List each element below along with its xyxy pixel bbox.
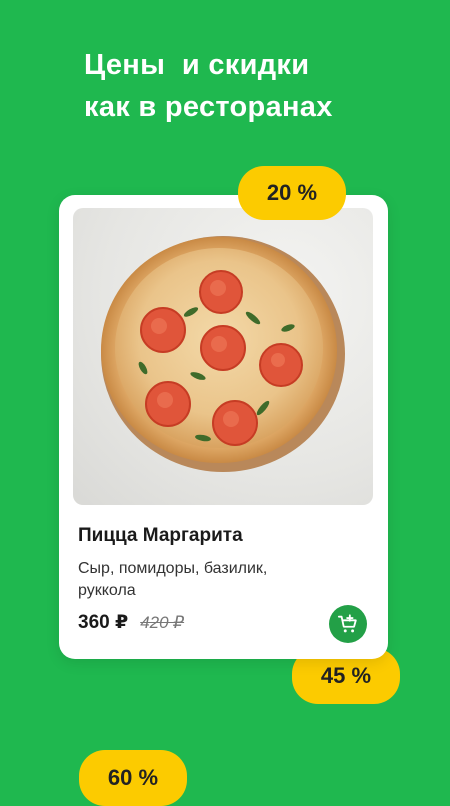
headline-line-1: Цены и скидки xyxy=(84,49,310,81)
pizza-image xyxy=(101,236,345,472)
promo-headline: Цены и скидки как в ресторанах xyxy=(84,44,424,128)
old-price: 420 ₽ xyxy=(140,613,185,632)
cart-add-icon xyxy=(337,614,357,633)
price-row: 360 ₽ 420 ₽ xyxy=(78,611,184,634)
current-price: 360 ₽ xyxy=(78,612,129,633)
product-photo xyxy=(73,208,373,505)
discount-badge-60: 60 % xyxy=(79,750,187,806)
add-to-cart-button[interactable] xyxy=(329,605,367,643)
product-description: Сыр, помидоры, базилик, руккола xyxy=(78,560,268,599)
headline-line-2: как в ресторанах xyxy=(84,91,333,123)
discount-badge-20: 20 % xyxy=(238,166,346,220)
product-card[interactable]: Пицца Маргарита Сыр, помидоры, базилик, … xyxy=(59,195,388,659)
product-title: Пицца Маргарита xyxy=(78,525,243,546)
